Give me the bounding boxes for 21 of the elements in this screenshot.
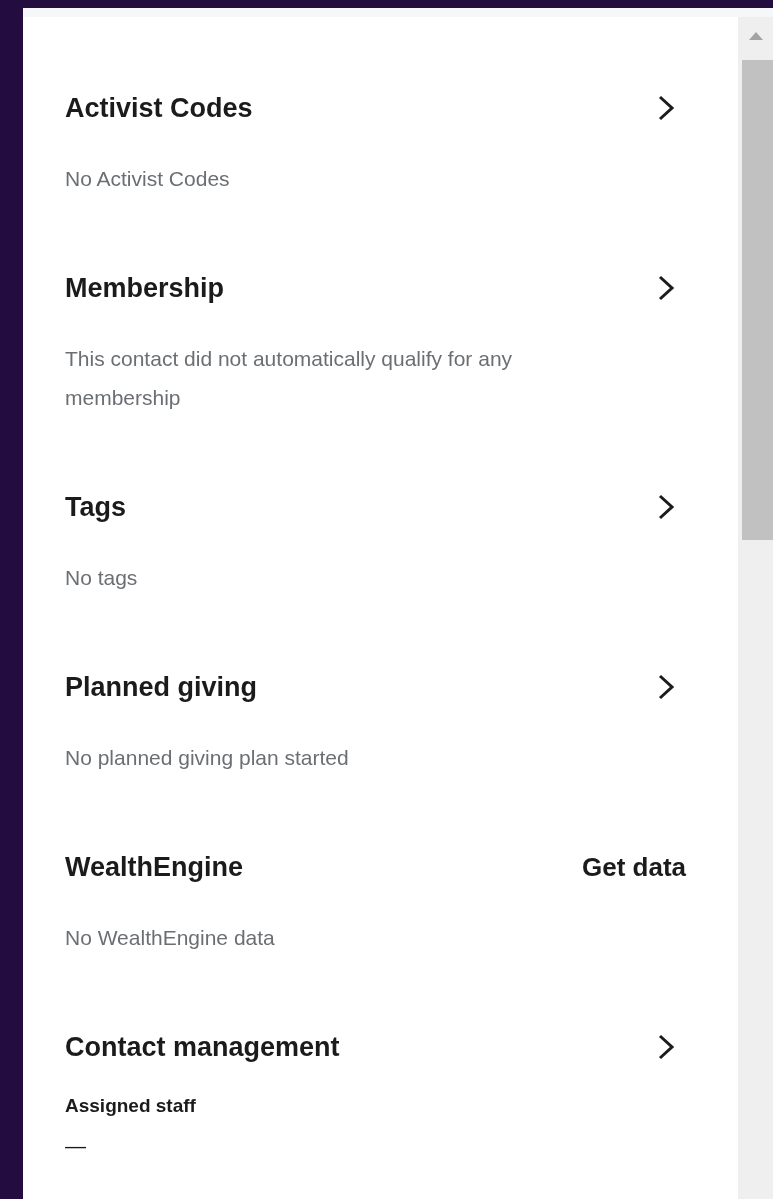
chevron-right-icon[interactable] [657, 674, 675, 700]
section-description: This contact did not automatically qualify for any membership [65, 346, 514, 411]
section-title: Membership [65, 272, 225, 305]
section-description: No planned giving plan started [65, 745, 350, 771]
scrollbar-thumb[interactable] [742, 60, 773, 540]
section-description: No tags [65, 565, 139, 591]
section-title: Tags [65, 491, 126, 524]
section-title: Planned giving [65, 671, 258, 704]
chevron-right-icon[interactable] [657, 95, 675, 121]
section-title: WealthEngine [65, 851, 244, 884]
scrollbar[interactable] [738, 17, 773, 1199]
chevron-right-icon[interactable] [657, 494, 675, 520]
chevron-right-icon[interactable] [657, 275, 675, 301]
field-label: Assigned staff [65, 1094, 197, 1118]
section-title: Activist Codes [65, 92, 253, 125]
section-description: No WealthEngine data [65, 925, 276, 951]
get-data-button[interactable]: Get data [581, 851, 686, 883]
section-title: Contact management [65, 1031, 340, 1064]
section-description: No Activist Codes [65, 166, 231, 192]
chevron-right-icon[interactable] [657, 1034, 675, 1060]
field-value: — [65, 1133, 86, 1159]
